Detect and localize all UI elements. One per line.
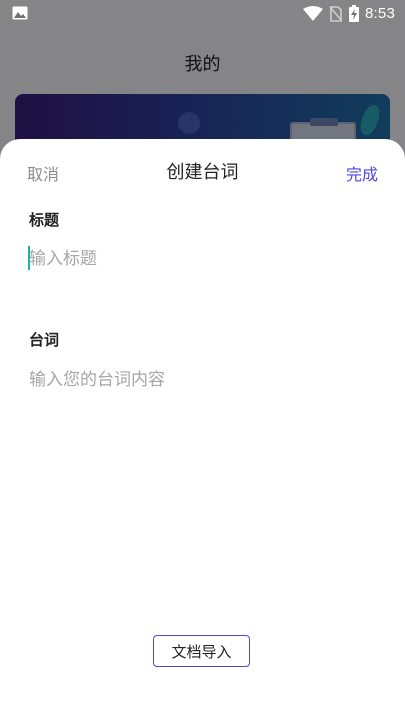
create-lines-sheet: 取消 创建台词 完成 标题 台词 文档导入 bbox=[0, 139, 405, 720]
image-icon bbox=[12, 6, 28, 20]
sheet-title: 创建台词 bbox=[166, 162, 239, 183]
no-sim-icon bbox=[329, 5, 343, 22]
lines-textarea[interactable] bbox=[29, 365, 374, 585]
wifi-icon bbox=[303, 5, 323, 21]
battery-charging-icon bbox=[349, 5, 359, 22]
done-button[interactable]: 完成 bbox=[346, 161, 378, 185]
text-cursor bbox=[28, 246, 30, 270]
title-input[interactable] bbox=[29, 245, 374, 273]
lines-label: 台词 bbox=[29, 331, 60, 349]
title-label: 标题 bbox=[29, 211, 60, 229]
status-time: 8:53 bbox=[365, 5, 395, 22]
document-import-button[interactable]: 文档导入 bbox=[153, 635, 250, 667]
sheet-header: 取消 创建台词 完成 bbox=[0, 139, 405, 201]
status-bar: 8:53 bbox=[0, 0, 405, 28]
